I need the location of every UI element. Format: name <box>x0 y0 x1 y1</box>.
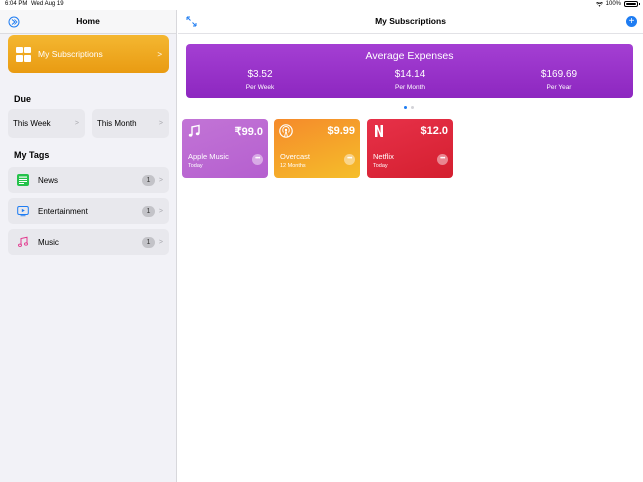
page-title: My Subscriptions <box>375 16 446 26</box>
chevron-right-icon: > <box>158 176 163 184</box>
tag-news-label: News <box>38 175 59 185</box>
chevron-right-icon: > <box>157 49 162 59</box>
tag-entertainment[interactable]: Entertainment 1 > <box>8 198 169 224</box>
more-options-icon[interactable]: ••• <box>344 154 355 165</box>
more-options-icon[interactable]: ••• <box>437 154 448 165</box>
subscription-card-overcast[interactable]: $9.99 Overcast 12 Months ••• <box>274 119 360 178</box>
page-dot-active <box>404 106 407 109</box>
tags-section-title: My Tags <box>14 150 50 160</box>
status-bar: 6:04 PM Wed Aug 19 100% <box>0 0 643 10</box>
expense-per-year: $169.69 Per Year <box>499 69 619 91</box>
chevron-right-icon: > <box>158 207 163 215</box>
average-expenses-card[interactable]: Average Expenses $3.52 Per Week $14.14 P… <box>186 44 633 98</box>
subscription-card-apple-music[interactable]: ₹99.0 Apple Music Today ••• <box>182 119 268 178</box>
tag-music-count: 1 <box>141 236 155 248</box>
due-this-week-label: This Week <box>13 119 51 128</box>
grid-icon <box>16 46 31 62</box>
card-name: Overcast <box>280 152 311 161</box>
card-due: 12 Months <box>280 163 306 169</box>
my-subscriptions-label: My Subscriptions <box>38 49 103 59</box>
chevron-right-icon: > <box>158 120 163 127</box>
due-this-week-button[interactable]: This Week > <box>8 109 85 138</box>
subscription-card-netflix[interactable]: $12.0 Netflix Today ••• <box>367 119 453 178</box>
card-due: Today <box>188 163 203 169</box>
due-section-title: Due <box>14 94 32 104</box>
netflix-logo-icon <box>375 125 383 137</box>
battery-percent: 100% <box>605 1 621 7</box>
expense-per-week: $3.52 Per Week <box>200 69 320 91</box>
tag-music-label: Music <box>38 237 59 247</box>
card-name: Apple Music <box>188 152 229 161</box>
expense-value: $3.52 <box>247 69 273 80</box>
expense-label: Per Year <box>546 84 572 91</box>
expense-label: Per Week <box>245 84 275 91</box>
card-price: $9.99 <box>327 125 355 137</box>
expenses-title: Average Expenses <box>365 50 454 62</box>
tag-news-count: 1 <box>141 174 155 186</box>
due-this-month-label: This Month <box>97 119 137 128</box>
podcast-icon <box>279 124 293 138</box>
page-dot <box>411 106 414 109</box>
wifi-icon <box>595 1 603 7</box>
music-note-icon <box>188 124 200 137</box>
card-due: Today <box>373 163 388 169</box>
tag-entertainment-label: Entertainment <box>38 206 88 216</box>
expense-value: $14.14 <box>394 69 426 80</box>
card-name: Netflix <box>373 152 394 161</box>
main-header: My Subscriptions + <box>178 10 643 34</box>
page-indicator[interactable] <box>404 106 414 109</box>
battery-icon <box>624 1 640 7</box>
card-price: ₹99.0 <box>234 126 263 138</box>
more-options-icon[interactable]: ••• <box>252 154 263 165</box>
expense-per-month: $14.14 Per Month <box>350 69 470 91</box>
status-time: 6:04 PM <box>5 1 28 7</box>
my-subscriptions-button[interactable]: My Subscriptions > <box>8 35 169 73</box>
chevron-right-icon: > <box>158 238 163 246</box>
news-icon <box>17 174 29 186</box>
tv-icon <box>17 205 29 217</box>
tag-news[interactable]: News 1 > <box>8 167 169 193</box>
tag-entertainment-count: 1 <box>141 205 155 217</box>
tag-music[interactable]: Music 1 > <box>8 229 169 255</box>
chevron-right-icon: > <box>74 120 79 127</box>
status-date: Wed Aug 19 <box>31 1 64 7</box>
card-price: $12.0 <box>420 125 448 137</box>
sidebar-title: Home <box>76 16 100 26</box>
sidebar-header: Home <box>0 10 176 34</box>
music-note-icon <box>17 236 29 248</box>
due-this-month-button[interactable]: This Month > <box>92 109 169 138</box>
add-subscription-button[interactable]: + <box>626 16 637 27</box>
expense-label: Per Month <box>395 84 425 91</box>
expense-value: $169.69 <box>540 69 578 80</box>
